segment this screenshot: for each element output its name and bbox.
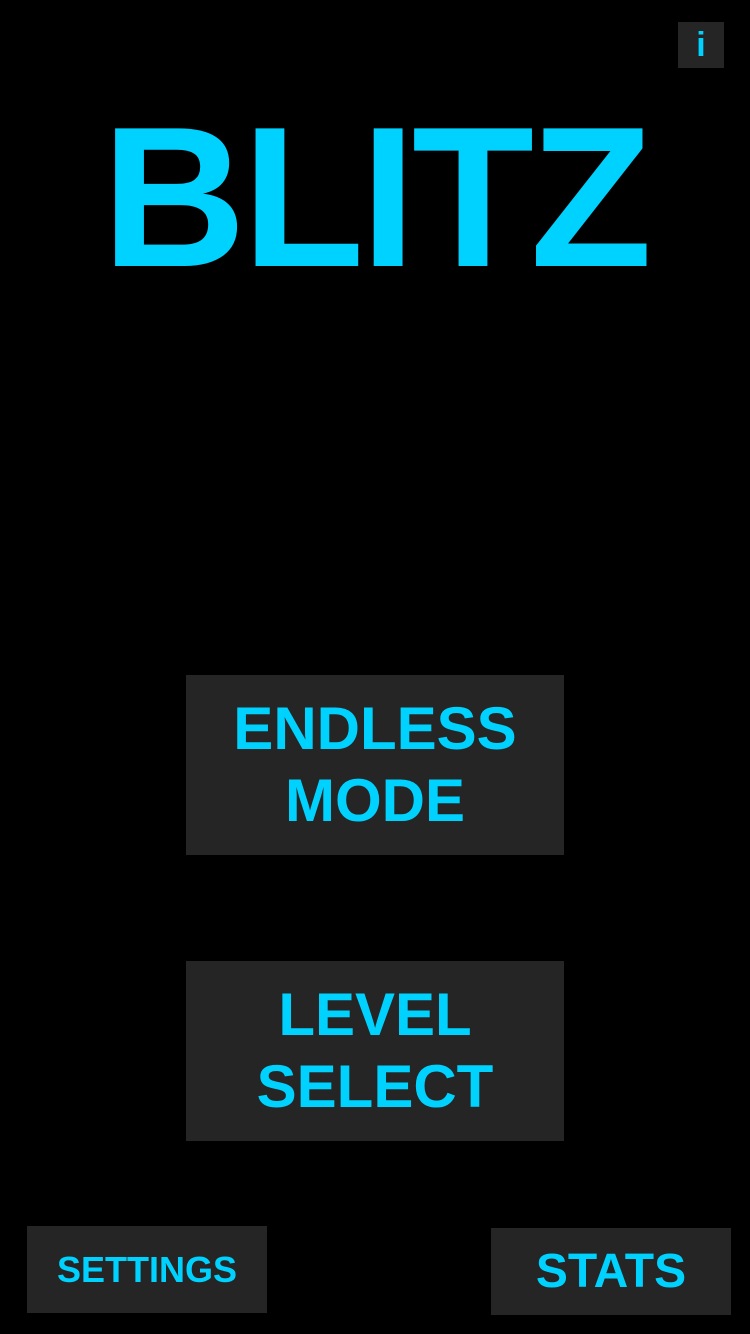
settings-label: SETTINGS <box>56 1248 238 1290</box>
stats-button[interactable]: STATS <box>491 1228 731 1315</box>
level-select-label-line1: LEVEL <box>278 981 472 1048</box>
settings-button[interactable]: SETTINGS <box>27 1226 267 1313</box>
endless-mode-label-line2: MODE <box>285 767 465 834</box>
level-select-button[interactable]: LEVEL SELECT <box>186 961 564 1141</box>
level-select-label-line2: SELECT <box>256 1053 494 1120</box>
info-button[interactable]: i <box>678 22 724 68</box>
stats-label: STATS <box>535 1245 687 1298</box>
info-icon: i <box>696 25 706 64</box>
endless-mode-button[interactable]: ENDLESS MODE <box>186 675 564 855</box>
endless-mode-label-line1: ENDLESS <box>233 695 517 762</box>
game-title: BLITZ <box>101 86 653 309</box>
